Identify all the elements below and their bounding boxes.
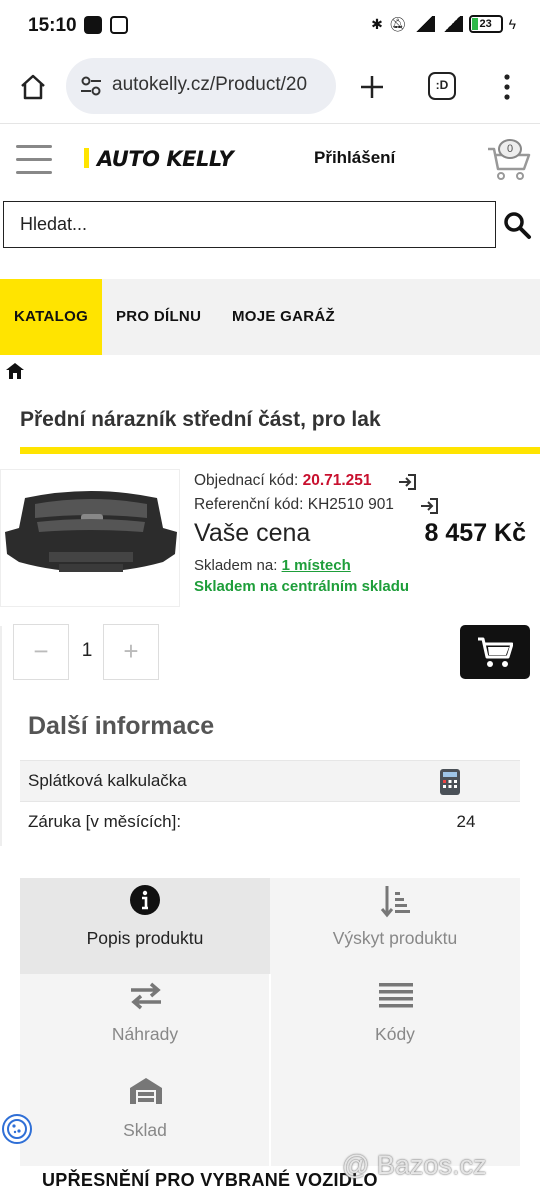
nav-tab-katalog[interactable]: KATALOG: [0, 279, 103, 355]
clock: 15:10: [28, 15, 77, 36]
instagram-notification-icon: [110, 16, 128, 34]
order-code-row: Objednací kód: 20.71.251: [194, 472, 372, 490]
login-link[interactable]: Přihlášení: [314, 148, 395, 168]
ref-code-label: Referenční kód:: [194, 496, 304, 513]
info-title: Další informace: [28, 712, 215, 740]
signal-2-icon: [440, 16, 463, 32]
stock-places-link[interactable]: 1 místech: [282, 557, 351, 574]
info-row-calculator: Splátková kalkulačka: [20, 760, 520, 802]
central-stock-status: Skladem na centrálním skladu: [194, 578, 410, 595]
cart-add-icon: [478, 637, 513, 667]
tab-sklad[interactable]: Sklad: [20, 1070, 270, 1166]
quantity-value[interactable]: 1: [74, 640, 100, 662]
product-price: 8 457 Kč: [424, 519, 526, 547]
quantity-decrease-button[interactable]: −: [13, 624, 69, 680]
new-tab-icon[interactable]: [358, 73, 386, 101]
home-icon[interactable]: [18, 72, 48, 102]
battery-icon: 23: [468, 15, 503, 33]
bumper-image: [5, 491, 177, 572]
status-bar: 15:10 ✱ 🔕︎ 23 ϟ: [0, 0, 540, 52]
grid-divider: [269, 974, 271, 1170]
swap-icon: [131, 982, 161, 1010]
browser-toolbar: autokelly.cz/Product/20 :D: [0, 52, 540, 124]
nav-tab-pro-dilnu[interactable]: PRO DÍLNU: [116, 279, 201, 355]
tab-kody[interactable]: Kódy: [270, 974, 520, 1070]
warehouse-icon: [130, 1078, 162, 1104]
cart-count-badge: 0: [498, 139, 522, 159]
copy-ref-icon[interactable]: [420, 498, 438, 514]
title-underline: [20, 447, 540, 454]
divider: [0, 626, 2, 846]
stock-row: Skladem na: 1 místech: [194, 557, 351, 574]
info-icon: [130, 885, 160, 915]
info-row-warranty: Záruka [v měsících]: 24: [20, 802, 520, 844]
charging-icon: ϟ: [508, 16, 516, 32]
address-bar[interactable]: autokelly.cz/Product/20: [66, 58, 336, 114]
more-menu-icon[interactable]: [500, 72, 514, 102]
signal-icon: [412, 16, 435, 32]
list-icon: [379, 983, 413, 1008]
product-title: Přední nárazník střední část, pro lak: [20, 408, 381, 431]
cart-button[interactable]: 0: [486, 137, 532, 181]
site-header: AUTO KELLY Přihlášení 0: [0, 125, 540, 195]
info-label: Záruka [v měsících]:: [28, 812, 182, 831]
breadcrumb-home-icon[interactable]: [5, 362, 25, 380]
tab-switcher-button[interactable]: :D: [428, 72, 456, 100]
add-to-cart-button[interactable]: [460, 625, 530, 679]
mute-icon: 🔕︎: [388, 15, 407, 32]
stock-label: Skladem na:: [194, 557, 278, 574]
info-label: Splátková kalkulačka: [28, 771, 187, 790]
tab-vyskyt-produktu[interactable]: Výskyt produktu: [270, 878, 520, 974]
sort-list-icon: [380, 886, 410, 918]
url-text[interactable]: autokelly.cz/Product/20: [112, 74, 332, 96]
product-image[interactable]: [0, 469, 180, 607]
main-nav: KATALOG PRO DÍLNU MOJE GARÁŽ: [0, 279, 540, 355]
site-logo[interactable]: AUTO KELLY: [84, 147, 234, 171]
price-label: Vaše cena: [194, 519, 311, 547]
tab-nahrady[interactable]: Náhrady: [20, 974, 270, 1070]
order-code-label: Objednací kód:: [194, 472, 299, 489]
search-box: [3, 201, 496, 248]
tab-popis-produktu[interactable]: Popis produktu: [20, 878, 270, 974]
copy-code-icon[interactable]: [398, 474, 416, 490]
ref-code-value: KH2510 901: [307, 496, 394, 513]
cookie-settings-icon[interactable]: [2, 1114, 32, 1144]
menu-icon[interactable]: [16, 145, 52, 174]
ref-code-row: Referenční kód: KH2510 901: [194, 496, 394, 514]
watermark: @ Bazos.cz: [342, 1150, 487, 1180]
section-title: UPŘESNĚNÍ PRO VYBRANÉ VOZIDLO: [42, 1170, 378, 1190]
info-value: 24: [456, 812, 476, 831]
bluetooth-icon: ✱: [371, 15, 383, 32]
calculator-icon[interactable]: [440, 769, 460, 795]
site-settings-icon[interactable]: [80, 76, 102, 96]
nav-tab-moje-garaz[interactable]: MOJE GARÁŽ: [232, 279, 335, 355]
order-code-value: 20.71.251: [302, 472, 372, 489]
search-input[interactable]: [4, 202, 495, 247]
chat-notification-icon: [84, 16, 102, 34]
quantity-increase-button[interactable]: +: [103, 624, 159, 680]
status-icons: ✱ 🔕︎ 23 ϟ: [371, 15, 516, 33]
search-icon[interactable]: [502, 210, 532, 240]
